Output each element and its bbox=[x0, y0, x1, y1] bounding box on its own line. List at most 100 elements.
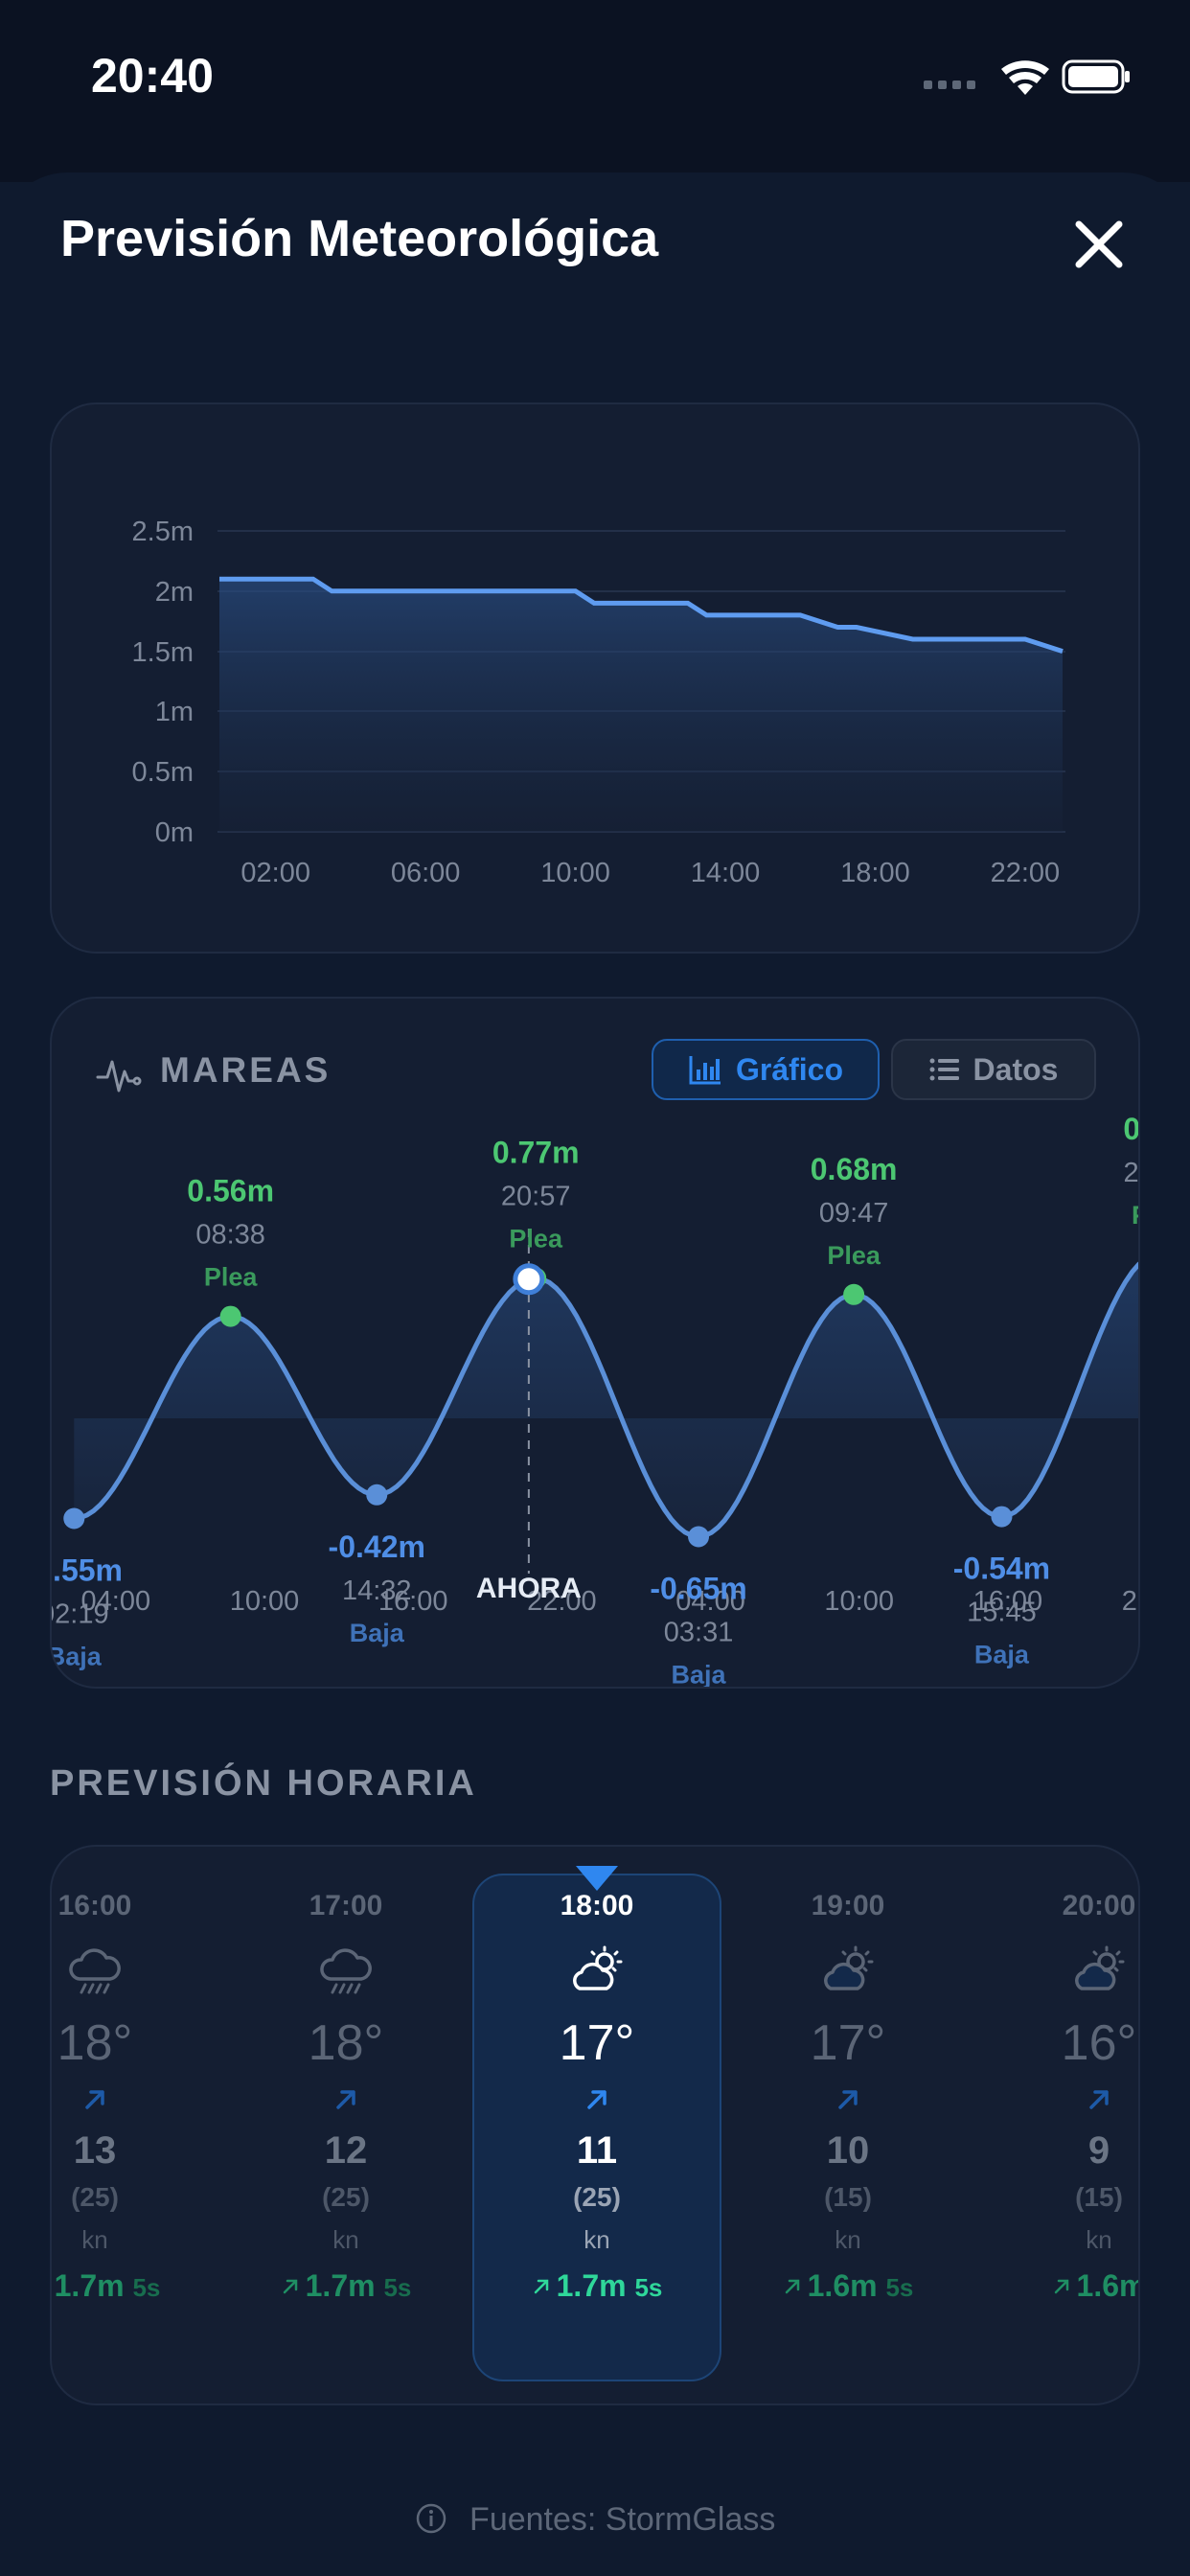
wave-period: 5s bbox=[383, 2273, 412, 2302]
tide-chart: 04:0010:0016:0022:0004:0010:0016:0022:00… bbox=[52, 1112, 1140, 1690]
wave-y-tick: 0.5m bbox=[132, 757, 194, 788]
wave-y-tick: 1.5m bbox=[132, 637, 194, 668]
wave-x-tick: 14:00 bbox=[691, 858, 761, 888]
hourly-title: PREVISIÓN HORARIA bbox=[50, 1763, 477, 1804]
tide-time-label: 22:04 bbox=[1124, 1158, 1140, 1188]
tide-time-label: 03:31 bbox=[664, 1618, 734, 1648]
close-icon bbox=[1075, 220, 1123, 268]
hour-column[interactable]: 16:00 18° 13 (25) kn 1.7m 5s bbox=[52, 1847, 181, 2383]
high-tide-marker[interactable] bbox=[843, 1283, 865, 1305]
swell-direction-icon bbox=[534, 2279, 548, 2294]
wave-x-tick: 06:00 bbox=[391, 858, 461, 888]
close-button[interactable] bbox=[1065, 211, 1133, 278]
tide-height-label: -0.54m bbox=[953, 1552, 1050, 1586]
tide-type-label: Baja bbox=[350, 1619, 405, 1647]
tide-height-label: -0.42m bbox=[329, 1530, 425, 1564]
tide-x-tick: 10:00 bbox=[824, 1586, 894, 1617]
wave-period: 5s bbox=[634, 2273, 663, 2302]
wave-y-tick: 2m bbox=[155, 577, 194, 608]
partly-cloudy-icon bbox=[819, 1943, 877, 2000]
low-tide-marker[interactable] bbox=[63, 1507, 85, 1530]
hour-temperature: 17° bbox=[559, 2015, 635, 2071]
wave-height: 1.6m bbox=[807, 2268, 878, 2303]
wind-speed: 9 bbox=[1087, 2129, 1110, 2172]
hour-column[interactable]: 18:00 17° 11 (25) kn 1.7m 5s bbox=[511, 1847, 683, 2383]
wind-direction-icon bbox=[1086, 2086, 1112, 2113]
wave-info: 1.7m 5s bbox=[52, 2268, 181, 2304]
wind-direction-icon bbox=[584, 2086, 610, 2113]
hour-time: 19:00 bbox=[811, 1890, 885, 1921]
tide-time-label: 02:19 bbox=[52, 1599, 109, 1630]
wave-info: 1.6m 5s bbox=[762, 2268, 934, 2304]
low-tide-marker[interactable] bbox=[688, 1526, 710, 1548]
high-tide-marker[interactable] bbox=[219, 1305, 241, 1327]
wave-x-tick: 18:00 bbox=[840, 858, 910, 888]
wind-gust: (15) bbox=[1075, 2182, 1123, 2212]
status-time: 20:40 bbox=[91, 49, 214, 103]
hour-column[interactable]: 17:00 18° 12 (25) kn 1.7m 5s bbox=[260, 1847, 432, 2383]
wind-unit: kn bbox=[1086, 2225, 1112, 2254]
tide-type-label: Baja bbox=[974, 1641, 1030, 1669]
wave-info: 1.7m 5s bbox=[260, 2268, 432, 2304]
wave-info: 1.7m 5s bbox=[511, 2268, 683, 2304]
tide-x-tick: 10:00 bbox=[230, 1586, 300, 1617]
rain-cloud-icon bbox=[317, 1943, 375, 2000]
wind-direction-icon bbox=[835, 2086, 861, 2113]
wave-period: 5s bbox=[885, 2273, 914, 2302]
tide-type-label: Baja bbox=[672, 1661, 727, 1690]
low-tide-marker[interactable] bbox=[991, 1506, 1013, 1528]
wind-unit: kn bbox=[584, 2225, 610, 2254]
tide-x-tick: 22:00 bbox=[1122, 1586, 1140, 1617]
wave-height: 1.6m bbox=[1076, 2268, 1140, 2303]
cellular-signal-icon bbox=[924, 80, 975, 89]
wave-height: 1.7m bbox=[556, 2268, 627, 2303]
wave-x-tick: 02:00 bbox=[240, 858, 310, 888]
partly-cloudy-icon bbox=[1070, 1943, 1128, 2000]
now-marker bbox=[513, 1263, 545, 1296]
wind-speed: 13 bbox=[73, 2129, 117, 2172]
tide-height-label: -0.55m bbox=[52, 1553, 123, 1588]
wind-direction-icon bbox=[81, 2086, 108, 2113]
wave-x-tick: 10:00 bbox=[540, 858, 610, 888]
sheet-header: Previsión Meteorológica bbox=[0, 182, 1190, 307]
tide-time-label: 14:32 bbox=[342, 1576, 412, 1606]
sources-footer: Fuentes: StormGlass bbox=[0, 2501, 1190, 2539]
tide-type-label: Plea bbox=[1132, 1201, 1140, 1230]
tide-type-label: Baja bbox=[52, 1643, 103, 1671]
hourly-card: 16:00 18° 13 (25) kn 1.7m 5s 17:00 18° 12 (25) kn 1… bbox=[50, 1845, 1140, 2405]
tide-height-label: -0.65m bbox=[650, 1572, 746, 1606]
tide-height-label: 0.56m bbox=[187, 1174, 274, 1208]
swell-direction-icon bbox=[1054, 2279, 1068, 2294]
wind-speed: 12 bbox=[324, 2129, 368, 2172]
hour-temperature: 18° bbox=[308, 2015, 384, 2071]
hour-column[interactable]: 20:00 16° 9 (15) kn 1.6m bbox=[1013, 1847, 1140, 2383]
wind-unit: kn bbox=[81, 2225, 108, 2254]
wave-info: 1.6m bbox=[1013, 2268, 1140, 2304]
info-icon bbox=[416, 2503, 446, 2534]
tide-area bbox=[74, 1264, 1138, 1537]
hour-column[interactable]: 19:00 17° 10 (15) kn 1.6m 5s bbox=[762, 1847, 934, 2383]
wind-unit: kn bbox=[332, 2225, 359, 2254]
wave-height-card: 2.5m 2m 1.5m 1m 0.5m 0m 02:00 06:00 10:00 14:00 1… bbox=[50, 402, 1140, 954]
hour-temperature: 17° bbox=[810, 2015, 886, 2071]
hour-time: 16:00 bbox=[57, 1890, 132, 1921]
wind-unit: kn bbox=[835, 2225, 861, 2254]
hour-temperature: 16° bbox=[1061, 2015, 1137, 2071]
status-icons bbox=[922, 56, 1133, 98]
wave-height-chart: 2.5m 2m 1.5m 1m 0.5m 0m 02:00 06:00 10:00 14:00 1… bbox=[132, 517, 1065, 888]
wave-x-tick: 22:00 bbox=[991, 858, 1061, 888]
wind-gust: (25) bbox=[573, 2182, 621, 2212]
wind-gust: (25) bbox=[322, 2182, 370, 2212]
wind-gust: (25) bbox=[71, 2182, 119, 2212]
wave-y-tick: 1m bbox=[155, 697, 194, 727]
page-title: Previsión Meteorológica bbox=[60, 210, 659, 267]
status-bar: 20:40 bbox=[0, 0, 1190, 153]
swell-direction-icon bbox=[785, 2279, 799, 2294]
wave-period: 5s bbox=[132, 2273, 161, 2302]
rain-cloud-icon bbox=[66, 1943, 124, 2000]
low-tide-marker[interactable] bbox=[366, 1484, 388, 1506]
hour-time: 18:00 bbox=[560, 1890, 634, 1921]
wave-y-tick: 2.5m bbox=[132, 517, 194, 547]
wind-gust: (15) bbox=[824, 2182, 872, 2212]
tide-type-label: Plea bbox=[827, 1241, 881, 1270]
